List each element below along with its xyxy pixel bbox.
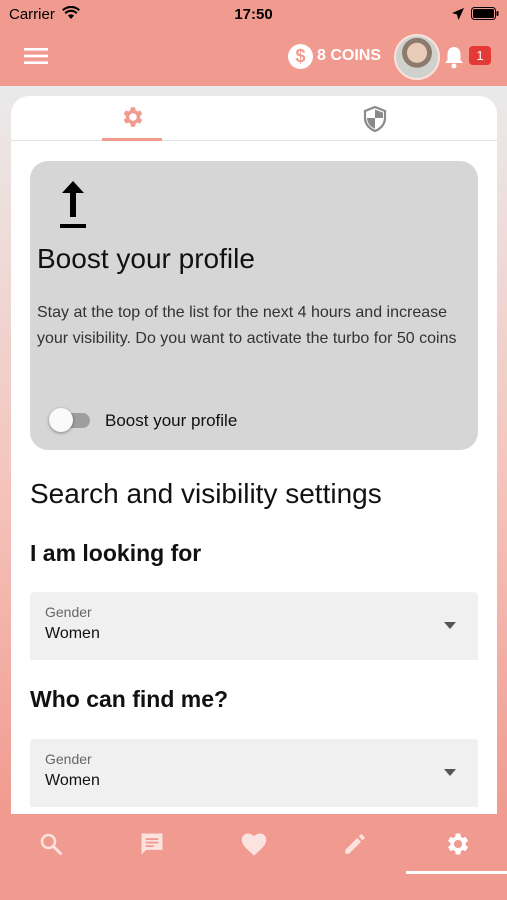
boost-toggle[interactable] xyxy=(49,408,91,432)
boost-card: Boost your profile Stay at the top of th… xyxy=(30,161,478,450)
app-bar: $ 8 COINS 1 xyxy=(0,28,507,86)
battery-icon xyxy=(471,7,499,20)
looking-for-title: I am looking for xyxy=(30,540,202,566)
gear-icon xyxy=(123,107,143,127)
tab-bar xyxy=(11,96,497,141)
nav-edit[interactable] xyxy=(304,814,405,874)
location-arrow-icon xyxy=(452,8,464,20)
hamburger-menu-icon[interactable] xyxy=(24,47,48,65)
settings-card: Boost your profile Stay at the top of th… xyxy=(11,96,497,814)
heart-icon xyxy=(241,833,266,856)
chat-icon xyxy=(141,833,162,855)
avatar[interactable] xyxy=(394,34,440,80)
select-label: Gender xyxy=(45,751,92,767)
nav-active-indicator xyxy=(406,871,507,874)
coin-icon: $ xyxy=(288,43,313,69)
search-icon xyxy=(40,833,62,855)
tab-privacy[interactable] xyxy=(345,96,405,141)
boost-title: Boost your profile xyxy=(37,243,255,274)
upload-icon xyxy=(60,181,86,228)
section-title: Search and visibility settings xyxy=(30,478,382,509)
looking-for-gender-select[interactable]: Gender Women xyxy=(30,592,478,660)
tab-settings[interactable] xyxy=(102,96,162,141)
select-label: Gender xyxy=(45,604,92,620)
dropdown-arrow-icon xyxy=(444,622,456,629)
status-bar: Carrier 17:50 xyxy=(0,0,507,28)
shield-icon xyxy=(363,105,387,132)
select-value: Women xyxy=(45,625,100,642)
boost-description: Stay at the top of the list for the next… xyxy=(37,304,457,347)
gear-icon xyxy=(447,833,468,855)
pencil-icon xyxy=(344,834,365,854)
status-time: 17:50 xyxy=(234,6,273,23)
select-value: Women xyxy=(45,772,100,789)
nav-search[interactable] xyxy=(0,814,101,874)
toggle-thumb xyxy=(49,408,73,432)
bell-icon[interactable] xyxy=(443,45,465,69)
who-can-find-gender-select[interactable]: Gender Women xyxy=(30,739,478,807)
notification-badge: 1 xyxy=(469,46,491,65)
nav-messages[interactable] xyxy=(101,814,202,874)
nav-favorites[interactable] xyxy=(203,814,304,874)
bottom-nav xyxy=(0,814,507,900)
boost-toggle-label: Boost your profile xyxy=(105,411,238,430)
coins-button[interactable]: $ 8 COINS xyxy=(288,43,381,69)
dropdown-arrow-icon xyxy=(444,769,456,776)
coins-label: 8 COINS xyxy=(317,47,382,64)
who-can-find-title: Who can find me? xyxy=(30,686,229,712)
nav-settings[interactable] xyxy=(406,814,507,874)
